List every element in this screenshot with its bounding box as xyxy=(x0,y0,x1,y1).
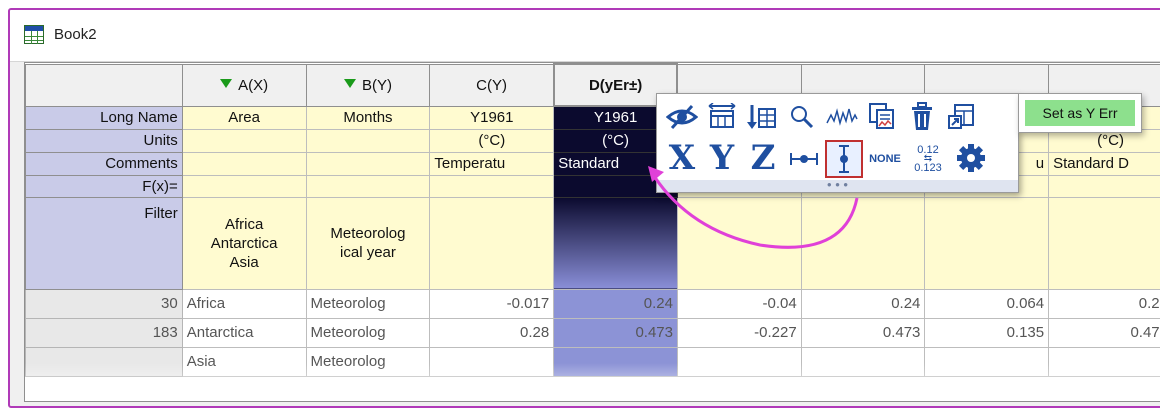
filter-cell[interactable] xyxy=(677,197,801,289)
sparkline-icon[interactable] xyxy=(823,98,861,136)
cell[interactable]: Temperatu xyxy=(430,152,554,175)
tooltip: Set as Y Err xyxy=(1018,93,1142,133)
format-icon[interactable]: 0.12 ⇆ 0.123 xyxy=(907,138,949,180)
row-label-long-name[interactable]: Long Name xyxy=(26,106,183,129)
table-cell[interactable]: Meteorolog xyxy=(306,318,430,347)
delete-icon[interactable] xyxy=(903,98,941,136)
column-header-b[interactable]: B(Y) xyxy=(306,64,430,106)
cell[interactable] xyxy=(306,129,430,152)
filter-cell[interactable] xyxy=(430,197,554,289)
cell[interactable] xyxy=(182,175,306,197)
filter-icon[interactable] xyxy=(344,79,356,88)
more-options[interactable]: • • • xyxy=(657,180,1018,192)
cell[interactable]: Months xyxy=(306,106,430,129)
row-number[interactable]: 183 xyxy=(26,318,183,347)
table-cell[interactable]: 0.064 xyxy=(925,289,1049,318)
filter-cell[interactable] xyxy=(925,197,1049,289)
table-cell[interactable]: 0.24 xyxy=(1049,289,1160,318)
fade-overlay xyxy=(25,363,1160,402)
cell[interactable] xyxy=(306,175,430,197)
cell-selected[interactable] xyxy=(554,197,678,289)
table-cell[interactable]: 0.28 xyxy=(430,318,554,347)
table-cell[interactable]: 0.135 xyxy=(925,318,1049,347)
mini-toolbar: X Y Z NONE 0.12 ⇆ 0.123 • • • xyxy=(656,93,1019,193)
cell[interactable] xyxy=(182,129,306,152)
filter-cell[interactable] xyxy=(1049,197,1160,289)
cell[interactable] xyxy=(306,152,430,175)
set-as-x-icon[interactable]: X xyxy=(663,138,701,178)
table-cell[interactable]: Africa xyxy=(182,289,306,318)
table-cell[interactable]: Antarctica xyxy=(182,318,306,347)
table-cell[interactable]: Meteorolog xyxy=(306,289,430,318)
row-label-comments[interactable]: Comments xyxy=(26,152,183,175)
table-cell[interactable]: 0.24 xyxy=(801,289,925,318)
table-cell[interactable]: -0.017 xyxy=(430,289,554,318)
set-as-none-icon[interactable]: NONE xyxy=(865,140,905,178)
workbook-icon xyxy=(24,25,44,44)
insert-icon[interactable] xyxy=(943,98,981,136)
workbook-window: Book2 A(X) B(Y) C(Y) D(yEr±) Long Name A… xyxy=(8,8,1160,408)
column-header-c[interactable]: C(Y) xyxy=(430,64,554,106)
zoom-icon[interactable] xyxy=(783,98,821,136)
table-cell-selected[interactable]: 0.24 xyxy=(554,289,678,318)
table-cell[interactable]: 0.473 xyxy=(1049,318,1160,347)
row-label-fx[interactable]: F(x)= xyxy=(26,175,183,197)
tooltip-label: Set as Y Err xyxy=(1025,100,1135,126)
column-width-icon[interactable] xyxy=(703,98,741,136)
settings-icon[interactable] xyxy=(951,138,991,178)
title-bar[interactable]: Book2 xyxy=(10,10,1160,62)
cell[interactable]: Y1961 xyxy=(430,106,554,129)
set-as-x-error-icon[interactable] xyxy=(785,142,823,176)
sort-column-icon[interactable] xyxy=(743,98,781,136)
table-cell-selected[interactable]: 0.473 xyxy=(554,318,678,347)
table-row[interactable]: 30 Africa Meteorolog -0.017 0.24 -0.04 0… xyxy=(26,289,1160,318)
table-row[interactable]: 183 Antarctica Meteorolog 0.28 0.473 -0.… xyxy=(26,318,1160,347)
row-number[interactable]: 30 xyxy=(26,289,183,318)
filter-cell[interactable] xyxy=(801,197,925,289)
table-cell[interactable]: -0.04 xyxy=(677,289,801,318)
set-as-y-error-icon[interactable] xyxy=(825,140,863,178)
cell[interactable] xyxy=(182,152,306,175)
column-header-a[interactable]: A(X) xyxy=(182,64,306,106)
table-cell[interactable]: -0.227 xyxy=(677,318,801,347)
cell[interactable]: (°C) xyxy=(430,129,554,152)
corner-cell[interactable] xyxy=(26,64,183,106)
filter-cell[interactable]: Meteorolog ical year xyxy=(306,197,430,289)
cell[interactable] xyxy=(1049,175,1160,197)
cell[interactable] xyxy=(430,175,554,197)
filter-cell[interactable]: Africa Antarctica Asia xyxy=(182,197,306,289)
cell[interactable]: Standard D xyxy=(1049,152,1160,175)
copy-column-icon[interactable] xyxy=(863,98,901,136)
hide-eye-icon[interactable] xyxy=(663,98,701,136)
format-bottom-label: 0.123 xyxy=(914,162,942,174)
cell[interactable]: Area xyxy=(182,106,306,129)
set-as-z-icon[interactable]: Z xyxy=(743,138,783,178)
row-label-units[interactable]: Units xyxy=(26,129,183,152)
table-cell[interactable]: 0.473 xyxy=(801,318,925,347)
set-as-y-icon[interactable]: Y xyxy=(703,138,741,178)
row-label-filter[interactable]: Filter xyxy=(26,197,183,289)
filter-icon[interactable] xyxy=(220,79,232,88)
window-title: Book2 xyxy=(54,26,97,43)
